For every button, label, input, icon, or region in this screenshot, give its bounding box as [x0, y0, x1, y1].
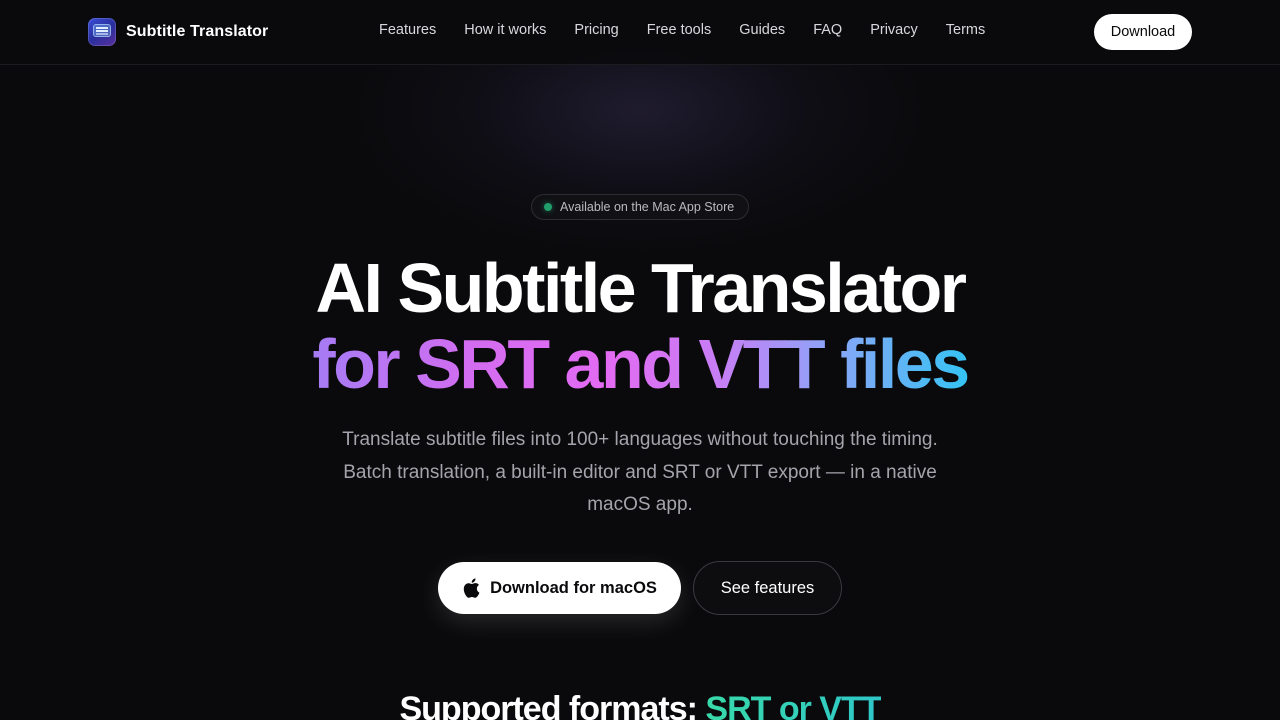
hero-subtitle: Translate subtitle files into 100+ langu… [342, 429, 938, 515]
brand-name: Subtitle Translator [126, 23, 269, 40]
app-logo-icon [88, 18, 116, 46]
download-macos-label: Download for macOS [490, 578, 657, 597]
header-download-button[interactable]: Download [1094, 14, 1192, 50]
hero-title-line2: for SRT and VTT files [312, 325, 970, 403]
nav-link-privacy[interactable]: Privacy [870, 22, 918, 38]
badge-label: Available on the Mac App Store [560, 200, 735, 214]
nav-link-pricing[interactable]: Pricing [574, 22, 618, 38]
brand-link[interactable]: Subtitle Translator [88, 18, 268, 46]
nav-link-features[interactable]: Features [379, 22, 436, 38]
status-dot-icon [544, 203, 552, 211]
formats-title-prefix: Supported formats: [399, 690, 697, 720]
see-features-button[interactable]: See features [693, 561, 842, 615]
formats-title: Supported formats: SRT or VTT [0, 690, 1280, 720]
nav-link-faq[interactable]: FAQ [813, 22, 842, 38]
nav-link-how-it-works[interactable]: How it works [464, 22, 546, 38]
apple-icon [463, 578, 480, 598]
nav-link-terms[interactable]: Terms [946, 22, 985, 38]
download-macos-button[interactable]: Download for macOS [438, 562, 681, 614]
nav-link-guides[interactable]: Guides [739, 22, 785, 38]
nav-link-free-tools[interactable]: Free tools [647, 22, 711, 38]
hero-title-line2-wrap: for SRT and VTT files [0, 326, 1280, 402]
formats-title-highlight: SRT or VTT [705, 690, 881, 720]
app-store-badge: Available on the Mac App Store [531, 194, 749, 220]
hero-title-line1: AI Subtitle Translator [315, 249, 968, 327]
main-nav: Features How it works Pricing Free tools… [379, 22, 985, 38]
site-header: Subtitle Translator Features How it work… [0, 0, 1280, 65]
